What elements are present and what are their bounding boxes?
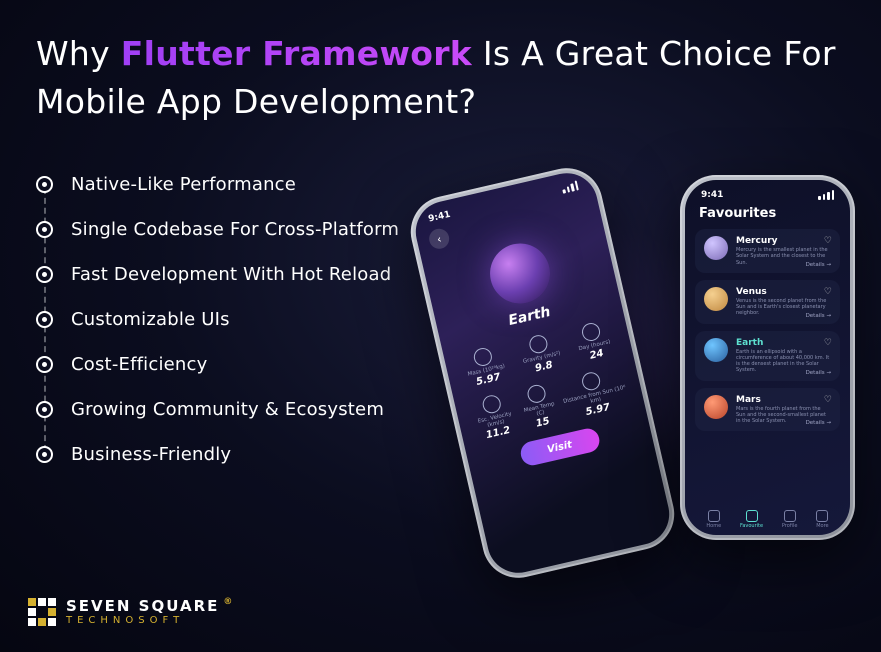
- feature-item: Native-Like Performance: [36, 174, 845, 195]
- feature-text: Fast Development With Hot Reload: [71, 264, 391, 285]
- nav-more[interactable]: More: [816, 510, 828, 529]
- registered-icon: ®: [223, 598, 234, 608]
- feature-text: Business-Friendly: [71, 444, 231, 465]
- content-container: Why Flutter Framework Is A Great Choice …: [0, 0, 881, 495]
- more-icon: [816, 510, 828, 522]
- feature-text: Cost-Efficiency: [71, 354, 208, 375]
- feature-list: Native-Like Performance Single Codebase …: [36, 174, 845, 465]
- feature-item: Growing Community & Ecosystem: [36, 399, 845, 420]
- company-logo: SEVEN SQUARE ® TECHNOSOFT: [28, 598, 234, 626]
- nav-profile[interactable]: Profile: [782, 510, 798, 529]
- nav-label: Profile: [782, 523, 798, 529]
- nav-home[interactable]: Home: [706, 510, 721, 529]
- logo-line1-text: SEVEN SQUARE: [66, 598, 219, 615]
- bullet-icon: [36, 401, 53, 418]
- bullet-icon: [36, 446, 53, 463]
- logo-name: SEVEN SQUARE ®: [66, 598, 234, 615]
- bullet-icon: [36, 356, 53, 373]
- logo-line2-text: TECHNOSOFT: [66, 615, 234, 626]
- bottom-nav: Home Favourite Profile More: [685, 510, 850, 529]
- feature-item: Business-Friendly: [36, 444, 845, 465]
- heart-icon: [746, 510, 758, 522]
- bullet-icon: [36, 311, 53, 328]
- nav-label: Home: [706, 523, 721, 529]
- headline-highlight: Flutter Framework: [121, 34, 472, 73]
- feature-item: Fast Development With Hot Reload: [36, 264, 845, 285]
- headline: Why Flutter Framework Is A Great Choice …: [36, 30, 845, 126]
- nav-label: More: [816, 523, 828, 529]
- home-icon: [708, 510, 720, 522]
- feature-text: Customizable UIs: [71, 309, 230, 330]
- feature-text: Growing Community & Ecosystem: [71, 399, 384, 420]
- bullet-icon: [36, 266, 53, 283]
- nav-label: Favourite: [740, 523, 763, 529]
- feature-text: Native-Like Performance: [71, 174, 296, 195]
- feature-text: Single Codebase For Cross-Platform: [71, 219, 399, 240]
- profile-icon: [784, 510, 796, 522]
- headline-pre: Why: [36, 34, 121, 73]
- bullet-icon: [36, 176, 53, 193]
- feature-item: Cost-Efficiency: [36, 354, 845, 375]
- feature-item: Single Codebase For Cross-Platform: [36, 219, 845, 240]
- nav-favourite[interactable]: Favourite: [740, 510, 763, 529]
- feature-item: Customizable UIs: [36, 309, 845, 330]
- bullet-icon: [36, 221, 53, 238]
- logo-mark-icon: [28, 598, 56, 626]
